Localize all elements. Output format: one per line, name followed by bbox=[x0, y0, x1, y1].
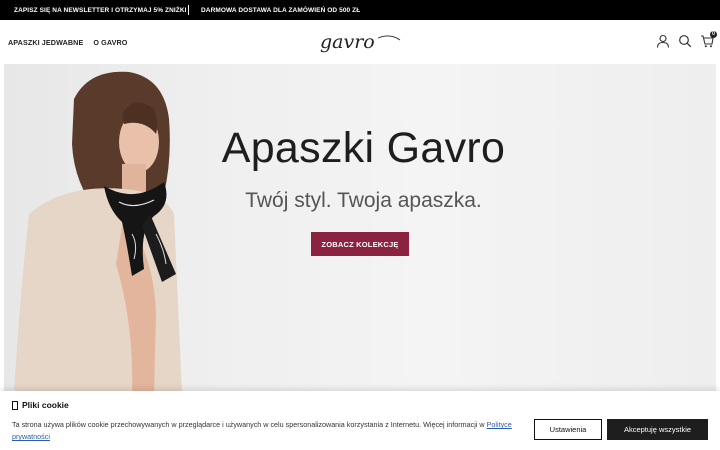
free-shipping-message: DARMOWA DOSTAWA DLA ZAMÓWIEŃ OD 500 ZŁ bbox=[201, 6, 361, 14]
search-icon[interactable] bbox=[678, 34, 692, 48]
hero-title: Apaszki Gavro bbox=[221, 124, 506, 172]
hero-subtitle: Twój styl. Twoja apaszka. bbox=[245, 189, 482, 212]
view-collection-button[interactable]: ZOBACZ KOLEKCJĘ bbox=[311, 232, 409, 256]
divider bbox=[188, 5, 189, 15]
cart-icon[interactable]: 0 bbox=[700, 31, 717, 48]
model-photo bbox=[14, 71, 182, 394]
cookie-description: Ta strona używa plików cookie przechowyw… bbox=[12, 419, 530, 443]
main-nav: APASZKI JEDWABNE O GAVRO bbox=[8, 38, 127, 47]
site-logo[interactable]: gavro bbox=[318, 28, 404, 58]
announcement-bar: ZAPISZ SIĘ NA NEWSLETTER I OTRZYMAJ 5% Z… bbox=[0, 0, 720, 20]
cookie-title-text: Pliki cookie bbox=[22, 400, 69, 410]
cookie-settings-button[interactable]: Ustawienia bbox=[534, 419, 602, 440]
header-icons: 0 bbox=[656, 31, 717, 48]
nav-item-about[interactable]: O GAVRO bbox=[93, 38, 127, 47]
cart-count-badge: 0 bbox=[710, 31, 717, 38]
cookie-banner: Pliki cookie Ta strona używa plików cook… bbox=[0, 391, 720, 450]
nav-item-silk-scarves[interactable]: APASZKI JEDWABNE bbox=[8, 38, 83, 47]
newsletter-message[interactable]: ZAPISZ SIĘ NA NEWSLETTER I OTRZYMAJ 5% Z… bbox=[14, 7, 187, 14]
missing-glyph-icon bbox=[12, 400, 18, 410]
user-icon[interactable] bbox=[656, 34, 670, 48]
hero-banner: Apaszki Gavro Twój styl. Twoja apaszka. … bbox=[4, 64, 716, 394]
cookie-text: Ta strona używa plików cookie przechowyw… bbox=[12, 420, 487, 429]
site-header: APASZKI JEDWABNE O GAVRO gavro 0 bbox=[0, 20, 720, 64]
cookie-title: Pliki cookie bbox=[12, 400, 69, 410]
accept-all-button[interactable]: Akceptuję wszystkie bbox=[607, 419, 708, 440]
logo-text: gavro bbox=[320, 31, 375, 53]
